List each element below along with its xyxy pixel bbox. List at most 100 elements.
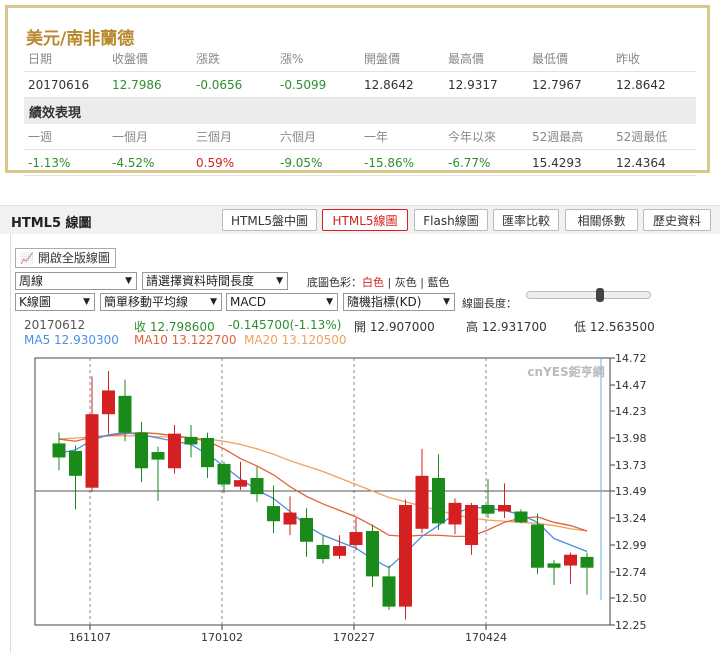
candle <box>118 379 132 442</box>
candle <box>564 552 577 584</box>
header-close: 收盤價 <box>112 52 149 66</box>
candle-body <box>102 390 115 415</box>
chevron-down-icon: ▼ <box>210 297 217 307</box>
slider-handle[interactable] <box>596 288 604 302</box>
candle-body <box>333 546 346 556</box>
candle <box>151 446 165 501</box>
candle-body <box>415 475 429 529</box>
candle <box>267 485 280 534</box>
chart-length-label: 線圖長度： <box>462 297 517 310</box>
candle <box>85 376 99 493</box>
candle-body <box>267 506 280 522</box>
open-full-chart-label: 開啟全版線圖 <box>37 251 110 265</box>
candle <box>465 502 478 555</box>
tab-flash-chart[interactable]: Flash線圖 <box>414 209 488 231</box>
info-ma20: MA20 13.120500 <box>244 333 347 347</box>
x-tick-label: 170227 <box>333 631 375 644</box>
header-open: 開盤價 <box>364 52 401 66</box>
candle-body <box>580 556 594 568</box>
info-date: 20170612 <box>24 318 86 332</box>
perf-header-row: 一週 一個月 三個月 六個月 一年 今年以來 52週最高 52週最低 <box>24 124 696 150</box>
plot-frame <box>34 357 611 626</box>
period-select[interactable]: 周線 ▼ <box>15 272 137 290</box>
tab-html5-intraday[interactable]: HTML5盤中圖 <box>222 209 317 231</box>
candle <box>316 535 330 564</box>
ma5-line <box>58 431 588 569</box>
chart-type-value: K線圖 <box>19 295 51 309</box>
bg-blue-link[interactable]: 藍色 <box>427 276 449 289</box>
perf-ytd: -6.77% <box>448 155 491 170</box>
perf-header-52w-low: 52週最低 <box>616 130 668 144</box>
bg-gray-link[interactable]: 灰色 <box>395 276 417 289</box>
y-tick-label: 12.74 <box>615 566 647 579</box>
header-change: 漲跌 <box>196 52 221 66</box>
header-prev-close: 昨收 <box>616 52 641 66</box>
candle-body <box>432 477 445 524</box>
chart-grid <box>34 357 611 626</box>
perf-52w-low: 12.4364 <box>616 155 666 170</box>
header-low: 最低價 <box>532 52 569 66</box>
value-low: 12.7967 <box>532 77 582 92</box>
tab-correlation[interactable]: 相關係數 <box>565 209 638 231</box>
candle <box>283 496 297 536</box>
value-close: 12.7986 <box>112 77 162 92</box>
value-open: 12.8642 <box>364 77 414 92</box>
value-prev-close: 12.8642 <box>616 77 666 92</box>
candle-body <box>366 530 379 577</box>
candle <box>514 509 528 524</box>
ma20-line <box>58 435 588 532</box>
perf-1m: -4.52% <box>112 155 155 170</box>
y-tick-label: 12.25 <box>615 619 647 632</box>
y-tick-label: 13.98 <box>615 432 647 445</box>
candle-body <box>514 511 528 523</box>
tab-html5-chart[interactable]: HTML5線圖 <box>322 209 408 231</box>
ma-type-value: 簡單移動平均線 <box>104 295 189 309</box>
candle <box>432 454 445 530</box>
indicator-select[interactable]: MACD ▼ <box>226 293 338 311</box>
ma-type-select[interactable]: 簡單移動平均線 ▼ <box>100 293 222 311</box>
perf-value-row: -1.13% -4.52% 0.59% -9.05% -15.86% -6.77… <box>24 150 696 176</box>
y-tick-label: 12.99 <box>615 539 647 552</box>
candle <box>349 517 363 551</box>
candle <box>547 560 561 586</box>
y-tick-label: 13.49 <box>615 485 647 498</box>
open-full-chart-button[interactable]: 📈 開啟全版線圖 <box>15 248 116 268</box>
perf-header-3m: 三個月 <box>196 130 233 144</box>
chart-length-slider[interactable] <box>526 291 651 299</box>
candle <box>333 535 346 560</box>
bg-white-link[interactable]: 白色 <box>362 276 384 289</box>
candle-body <box>382 576 396 607</box>
ma10-line <box>58 431 588 538</box>
tab-fx-compare[interactable]: 匯率比較 <box>493 209 559 231</box>
candle-body <box>201 437 214 468</box>
kd-select[interactable]: 隨機指標(KD) ▼ <box>343 293 455 311</box>
candle-body <box>283 512 297 525</box>
candle <box>184 425 198 458</box>
candle-body <box>135 432 148 469</box>
header-change-pct: 漲% <box>280 52 304 66</box>
candle <box>52 432 66 471</box>
info-change: -0.145700(-1.13%) <box>228 318 342 332</box>
value-change: -0.0656 <box>196 77 243 92</box>
candle <box>481 479 495 518</box>
candle <box>580 552 594 595</box>
y-tick-label: 13.73 <box>615 459 647 472</box>
candle-body <box>564 554 577 566</box>
x-axis: 161107 170102 170227 170424 <box>69 625 507 644</box>
perf-1y: -15.86% <box>364 155 415 170</box>
range-select[interactable]: 請選擇資料時間長度 ▼ <box>142 272 288 290</box>
y-tick-label: 14.23 <box>615 405 647 418</box>
info-open: 開 12.907000 <box>354 320 435 334</box>
y-tick-label: 14.47 <box>615 379 647 392</box>
chart-type-select[interactable]: K線圖 ▼ <box>15 293 95 311</box>
value-change-pct: -0.5099 <box>280 77 327 92</box>
bg-separator: | <box>420 276 424 289</box>
tab-history[interactable]: 歷史資料 <box>643 209 711 231</box>
bg-color-label: 底圖色彩：白色 | 灰色 | 藍色 <box>307 274 449 290</box>
range-value: 請選擇資料時間長度 <box>146 274 255 288</box>
candle-body <box>465 505 478 546</box>
bg-separator: | <box>387 276 392 289</box>
candles <box>52 370 594 620</box>
candle <box>135 421 148 483</box>
info-high: 高 12.931700 <box>466 320 547 334</box>
